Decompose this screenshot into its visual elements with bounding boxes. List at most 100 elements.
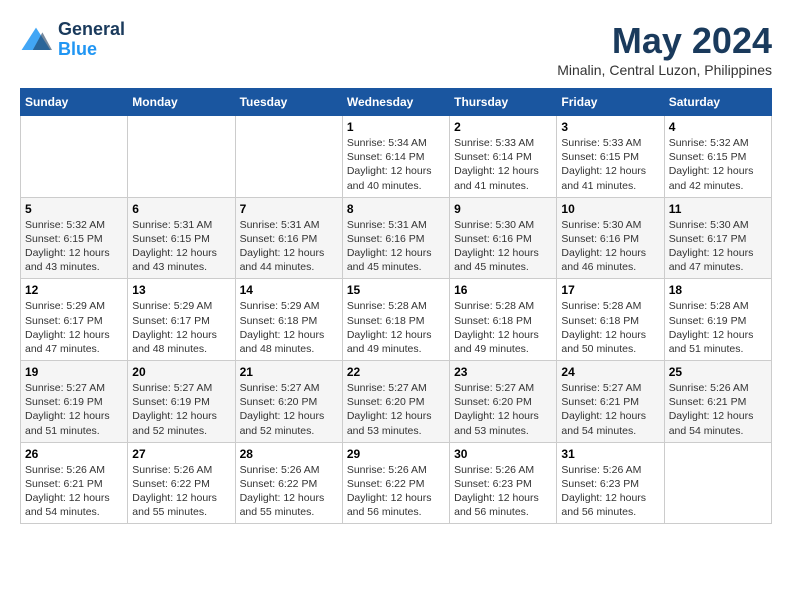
weekday-header: Monday [128, 89, 235, 116]
day-number: 4 [669, 120, 767, 134]
day-info: Sunrise: 5:27 AM Sunset: 6:21 PM Dayligh… [561, 381, 659, 438]
calendar-cell [128, 116, 235, 198]
calendar-cell: 22 Sunrise: 5:27 AM Sunset: 6:20 PM Dayli… [342, 361, 449, 443]
calendar-cell: 17Sunrise: 5:28 AM Sunset: 6:18 PM Dayli… [557, 279, 664, 361]
day-number: 15 [347, 283, 445, 297]
day-info: Sunrise: 5:33 AM Sunset: 6:14 PM Dayligh… [454, 136, 552, 193]
weekday-header: Thursday [450, 89, 557, 116]
day-number: 26 [25, 447, 123, 461]
day-info: Sunrise: 5:29 AM Sunset: 6:17 PM Dayligh… [132, 299, 230, 356]
day-number: 19 [25, 365, 123, 379]
calendar-cell: 13 Sunrise: 5:29 AM Sunset: 6:17 PM Dayli… [128, 279, 235, 361]
weekday-header: Tuesday [235, 89, 342, 116]
weekday-header: Sunday [21, 89, 128, 116]
calendar-cell: 24Sunrise: 5:27 AM Sunset: 6:21 PM Dayli… [557, 361, 664, 443]
day-info: Sunrise: 5:33 AM Sunset: 6:15 PM Dayligh… [561, 136, 659, 193]
weekday-header: Saturday [664, 89, 771, 116]
calendar-cell [21, 116, 128, 198]
calendar-cell: 19 Sunrise: 5:27 AM Sunset: 6:19 PM Dayli… [21, 361, 128, 443]
calendar-cell: 9Sunrise: 5:30 AM Sunset: 6:16 PM Daylig… [450, 197, 557, 279]
day-info: Sunrise: 5:27 AM Sunset: 6:19 PM Dayligh… [25, 381, 123, 438]
page-header: General Blue May 2024 Minalin, Central L… [20, 20, 772, 78]
day-number: 29 [347, 447, 445, 461]
day-info: Sunrise: 5:28 AM Sunset: 6:18 PM Dayligh… [561, 299, 659, 356]
calendar-cell: 14Sunrise: 5:29 AM Sunset: 6:18 PM Dayli… [235, 279, 342, 361]
day-info: Sunrise: 5:30 AM Sunset: 6:16 PM Dayligh… [454, 218, 552, 275]
calendar-cell: 2Sunrise: 5:33 AM Sunset: 6:14 PM Daylig… [450, 116, 557, 198]
day-number: 25 [669, 365, 767, 379]
day-info: Sunrise: 5:29 AM Sunset: 6:17 PM Dayligh… [25, 299, 123, 356]
day-number: 1 [347, 120, 445, 134]
weekday-header: Wednesday [342, 89, 449, 116]
calendar-week-row: 5 Sunrise: 5:32 AM Sunset: 6:15 PM Daylig… [21, 197, 772, 279]
day-number: 23 [454, 365, 552, 379]
day-info: Sunrise: 5:26 AM Sunset: 6:22 PM Dayligh… [347, 463, 445, 520]
day-number: 7 [240, 202, 338, 216]
day-number: 10 [561, 202, 659, 216]
location: Minalin, Central Luzon, Philippines [557, 62, 772, 78]
day-number: 11 [669, 202, 767, 216]
calendar-cell: 28Sunrise: 5:26 AM Sunset: 6:22 PM Dayli… [235, 442, 342, 524]
calendar-cell: 11 Sunrise: 5:30 AM Sunset: 6:17 PM Dayli… [664, 197, 771, 279]
calendar-cell: 12 Sunrise: 5:29 AM Sunset: 6:17 PM Dayli… [21, 279, 128, 361]
day-number: 3 [561, 120, 659, 134]
day-info: Sunrise: 5:26 AM Sunset: 6:22 PM Dayligh… [132, 463, 230, 520]
day-number: 22 [347, 365, 445, 379]
day-number: 13 [132, 283, 230, 297]
calendar-cell: 26 Sunrise: 5:26 AM Sunset: 6:21 PM Dayli… [21, 442, 128, 524]
day-info: Sunrise: 5:34 AM Sunset: 6:14 PM Dayligh… [347, 136, 445, 193]
day-info: Sunrise: 5:32 AM Sunset: 6:15 PM Dayligh… [25, 218, 123, 275]
day-info: Sunrise: 5:31 AM Sunset: 6:16 PM Dayligh… [240, 218, 338, 275]
calendar-cell: 6 Sunrise: 5:31 AM Sunset: 6:15 PM Daylig… [128, 197, 235, 279]
day-info: Sunrise: 5:28 AM Sunset: 6:19 PM Dayligh… [669, 299, 767, 356]
day-number: 12 [25, 283, 123, 297]
day-number: 6 [132, 202, 230, 216]
day-info: Sunrise: 5:26 AM Sunset: 6:21 PM Dayligh… [25, 463, 123, 520]
calendar-header-row: SundayMondayTuesdayWednesdayThursdayFrid… [21, 89, 772, 116]
calendar-cell: 20 Sunrise: 5:27 AM Sunset: 6:19 PM Dayli… [128, 361, 235, 443]
day-info: Sunrise: 5:30 AM Sunset: 6:17 PM Dayligh… [669, 218, 767, 275]
calendar-cell: 18Sunrise: 5:28 AM Sunset: 6:19 PM Dayli… [664, 279, 771, 361]
calendar-week-row: 26 Sunrise: 5:26 AM Sunset: 6:21 PM Dayli… [21, 442, 772, 524]
logo-icon [20, 26, 52, 54]
logo: General Blue [20, 20, 125, 60]
day-number: 16 [454, 283, 552, 297]
calendar-cell: 10 Sunrise: 5:30 AM Sunset: 6:16 PM Dayli… [557, 197, 664, 279]
calendar-cell: 23Sunrise: 5:27 AM Sunset: 6:20 PM Dayli… [450, 361, 557, 443]
day-info: Sunrise: 5:28 AM Sunset: 6:18 PM Dayligh… [347, 299, 445, 356]
day-info: Sunrise: 5:27 AM Sunset: 6:19 PM Dayligh… [132, 381, 230, 438]
day-info: Sunrise: 5:31 AM Sunset: 6:15 PM Dayligh… [132, 218, 230, 275]
calendar-cell: 16 Sunrise: 5:28 AM Sunset: 6:18 PM Dayli… [450, 279, 557, 361]
day-number: 30 [454, 447, 552, 461]
month-title: May 2024 [557, 20, 772, 62]
day-number: 31 [561, 447, 659, 461]
day-info: Sunrise: 5:29 AM Sunset: 6:18 PM Dayligh… [240, 299, 338, 356]
day-number: 28 [240, 447, 338, 461]
calendar-cell: 27 Sunrise: 5:26 AM Sunset: 6:22 PM Dayli… [128, 442, 235, 524]
calendar-cell: 31 Sunrise: 5:26 AM Sunset: 6:23 PM Dayli… [557, 442, 664, 524]
day-number: 8 [347, 202, 445, 216]
day-info: Sunrise: 5:26 AM Sunset: 6:21 PM Dayligh… [669, 381, 767, 438]
day-info: Sunrise: 5:27 AM Sunset: 6:20 PM Dayligh… [240, 381, 338, 438]
calendar-cell: 3 Sunrise: 5:33 AM Sunset: 6:15 PM Daylig… [557, 116, 664, 198]
calendar-cell: 25 Sunrise: 5:26 AM Sunset: 6:21 PM Dayli… [664, 361, 771, 443]
calendar-week-row: 12 Sunrise: 5:29 AM Sunset: 6:17 PM Dayli… [21, 279, 772, 361]
day-number: 20 [132, 365, 230, 379]
calendar-cell [664, 442, 771, 524]
day-info: Sunrise: 5:26 AM Sunset: 6:23 PM Dayligh… [454, 463, 552, 520]
day-number: 27 [132, 447, 230, 461]
calendar-cell: 1 Sunrise: 5:34 AM Sunset: 6:14 PM Daylig… [342, 116, 449, 198]
title-area: May 2024 Minalin, Central Luzon, Philipp… [557, 20, 772, 78]
day-number: 5 [25, 202, 123, 216]
day-info: Sunrise: 5:28 AM Sunset: 6:18 PM Dayligh… [454, 299, 552, 356]
calendar-week-row: 19 Sunrise: 5:27 AM Sunset: 6:19 PM Dayli… [21, 361, 772, 443]
calendar-cell: 15 Sunrise: 5:28 AM Sunset: 6:18 PM Dayli… [342, 279, 449, 361]
calendar-cell: 8Sunrise: 5:31 AM Sunset: 6:16 PM Daylig… [342, 197, 449, 279]
calendar-cell [235, 116, 342, 198]
day-info: Sunrise: 5:27 AM Sunset: 6:20 PM Dayligh… [347, 381, 445, 438]
weekday-header: Friday [557, 89, 664, 116]
day-info: Sunrise: 5:30 AM Sunset: 6:16 PM Dayligh… [561, 218, 659, 275]
logo-text: General Blue [58, 20, 125, 60]
calendar-cell: 4Sunrise: 5:32 AM Sunset: 6:15 PM Daylig… [664, 116, 771, 198]
day-info: Sunrise: 5:26 AM Sunset: 6:23 PM Dayligh… [561, 463, 659, 520]
